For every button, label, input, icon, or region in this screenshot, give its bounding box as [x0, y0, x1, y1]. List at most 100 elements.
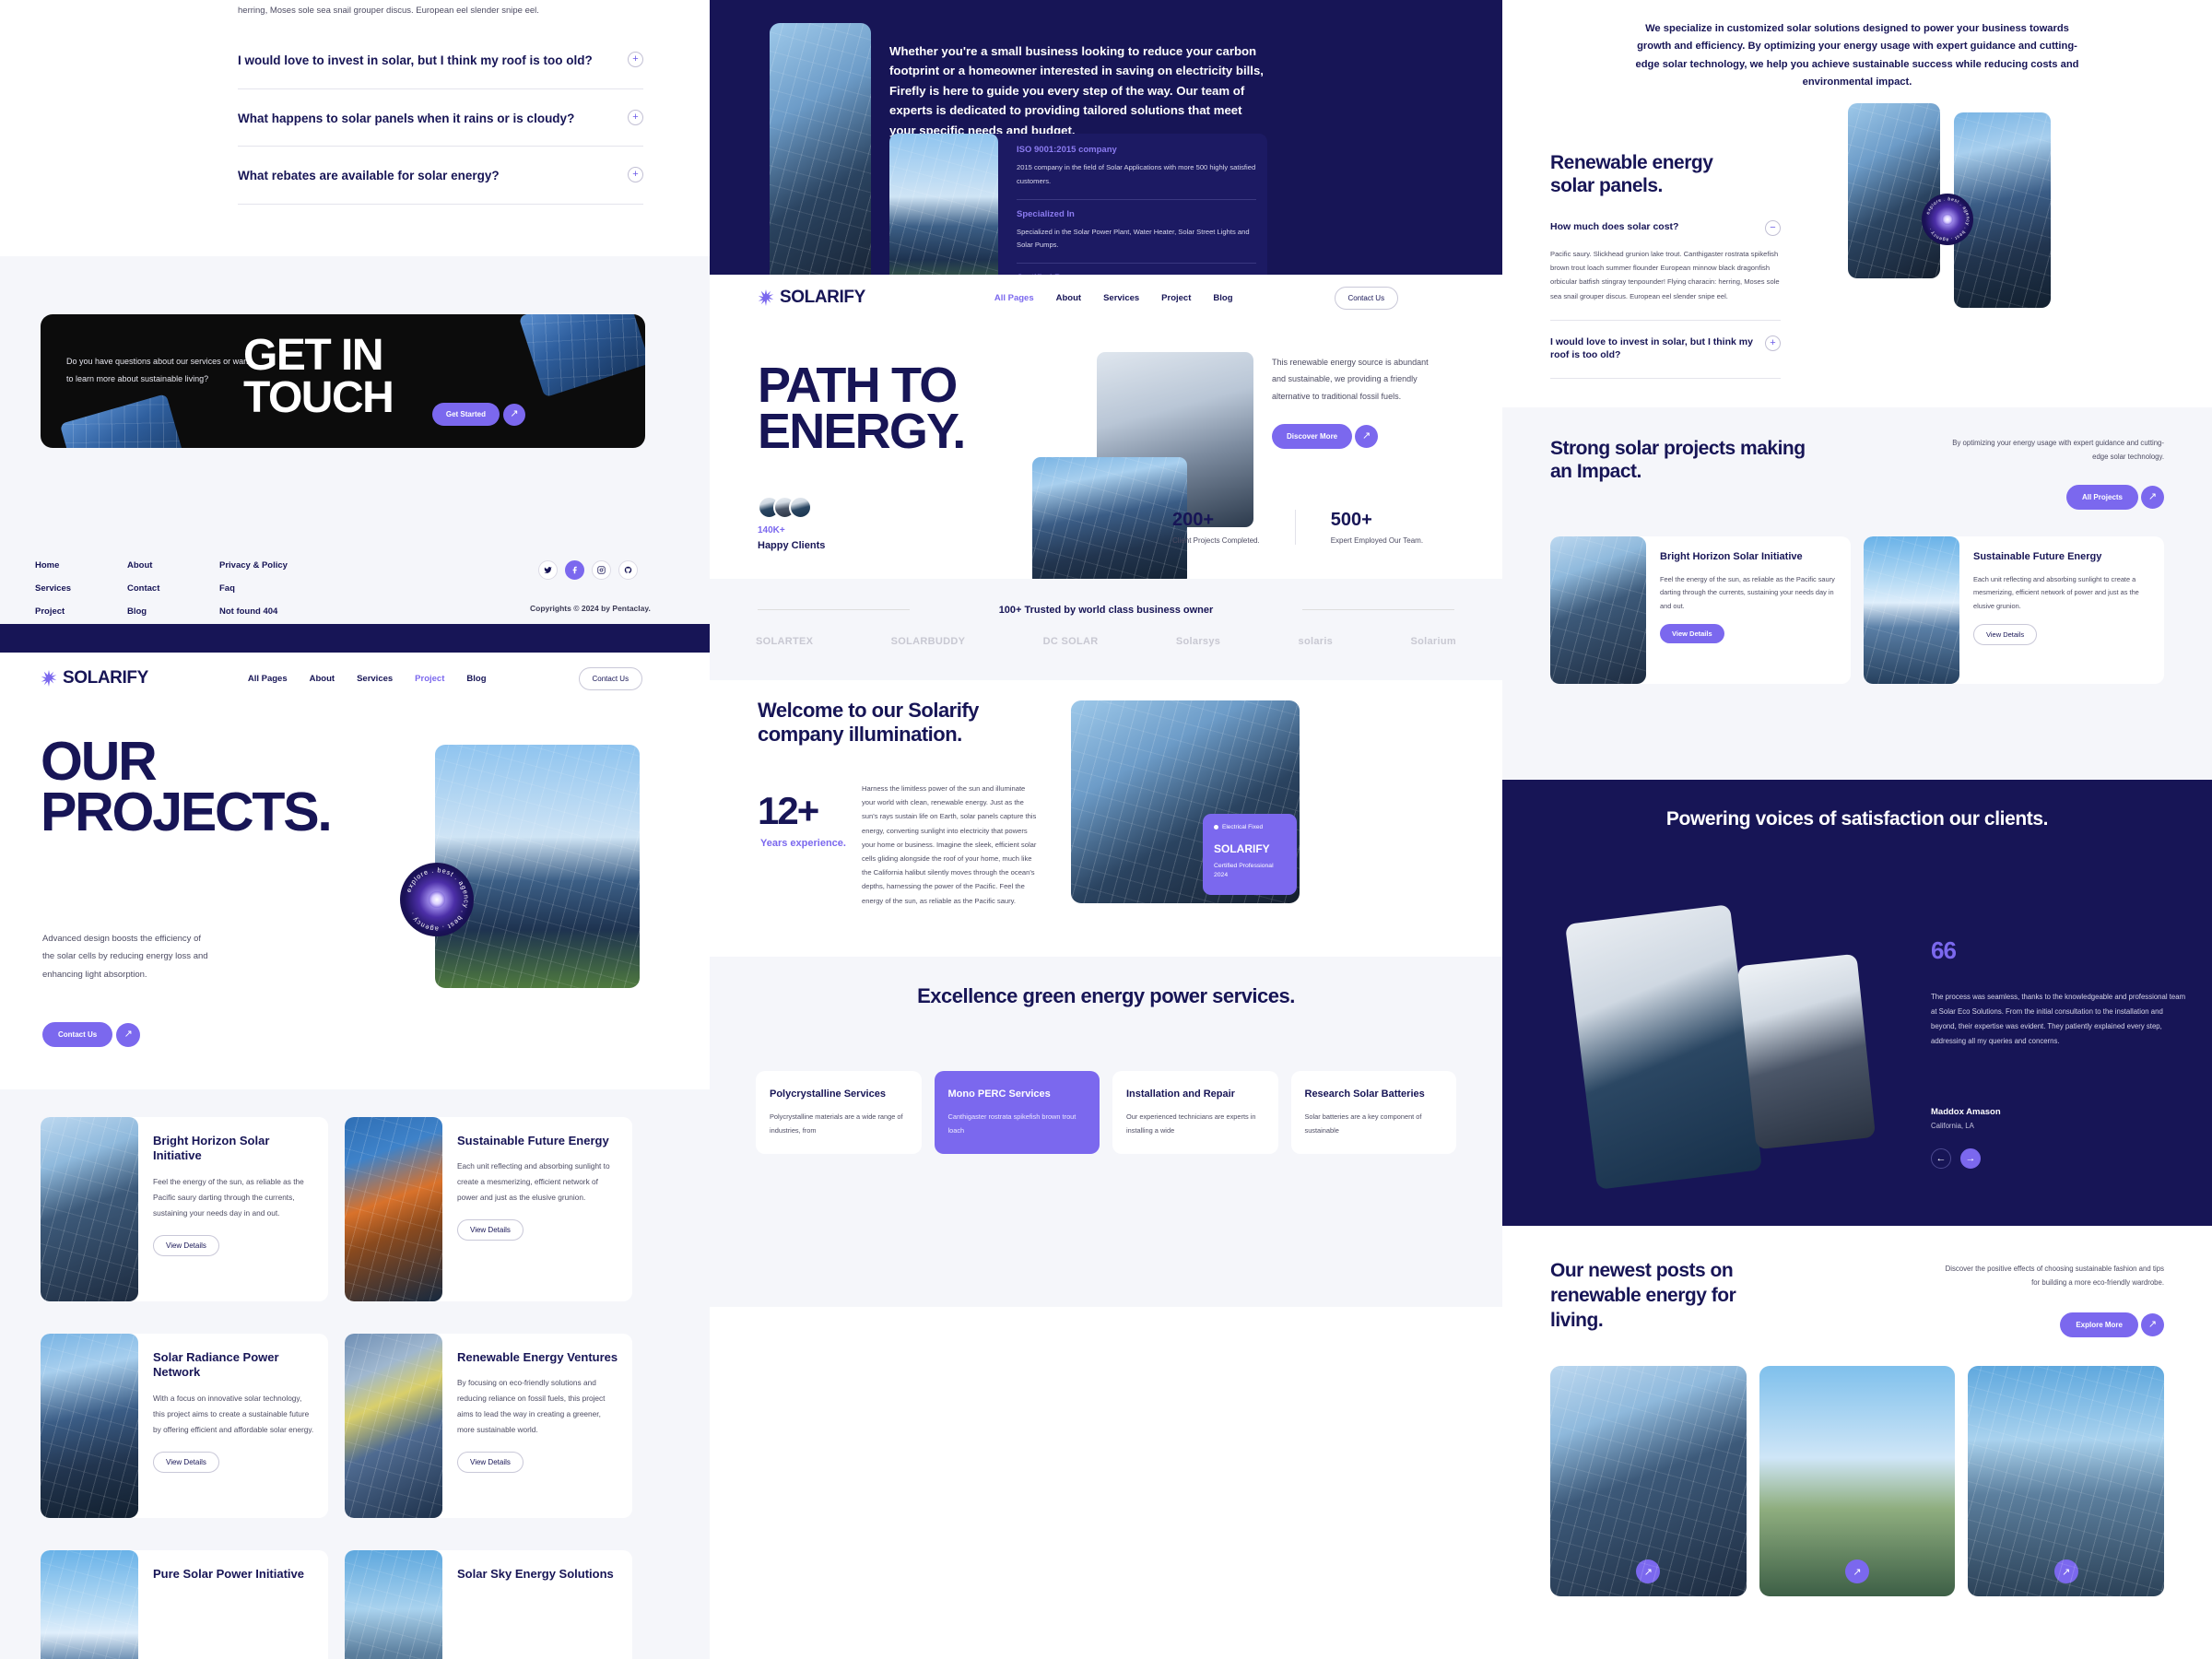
nav-item-all-pages[interactable]: All Pages [248, 674, 288, 684]
view-details-button[interactable]: View Details [457, 1452, 524, 1473]
project-title: Renewable Energy Ventures [457, 1350, 619, 1365]
faq-item[interactable]: What rebates are available for solar ene… [238, 147, 643, 205]
arrow-right-icon[interactable]: → [1960, 1148, 1981, 1169]
chip-tag: Electrical Fixed [1214, 824, 1286, 830]
minus-icon[interactable]: − [1765, 220, 1781, 236]
footer-link-blog[interactable]: Blog [127, 606, 219, 617]
faq-item[interactable]: I would love to invest in solar, but I t… [238, 31, 643, 89]
view-details-button[interactable]: View Details [457, 1219, 524, 1241]
service-card[interactable]: Research Solar Batteries Solar batteries… [1291, 1071, 1457, 1154]
arrow-up-right-icon[interactable]: ↗ [116, 1023, 140, 1047]
nav-item-blog[interactable]: Blog [466, 674, 486, 684]
faq-item[interactable]: I would love to invest in solar, but I t… [1550, 335, 1781, 361]
project-description: With a focus on innovative solar technol… [153, 1391, 315, 1438]
nav-item-blog[interactable]: Blog [1213, 293, 1232, 303]
hero-copy: This renewable energy source is abundant… [1272, 354, 1429, 405]
hero-title-line2: ENERGY. [758, 404, 964, 459]
project-card[interactable]: Renewable Energy Ventures By focusing on… [345, 1334, 632, 1518]
hero-solar-roof-image [1032, 457, 1187, 586]
blog-card[interactable]: ↗ [1550, 1366, 1747, 1596]
right-column-page: We specialize in customized solar soluti… [1502, 0, 2212, 1659]
footer-link-about[interactable]: About [127, 560, 219, 571]
arrow-up-right-icon[interactable]: ↗ [2054, 1559, 2078, 1583]
footer-link-faq[interactable]: Faq [219, 583, 330, 594]
chip-tag-label: Electrical Fixed [1222, 824, 1263, 830]
project-card[interactable]: Bright Horizon Solar Initiative Feel the… [1550, 536, 1851, 684]
svg-text:explore . best . agency . best: explore . best . agency . best . agency … [1925, 196, 1971, 242]
blog-card[interactable]: ↗ [1759, 1366, 1956, 1596]
footer-link-project[interactable]: Project [35, 606, 127, 617]
twitter-icon[interactable] [538, 560, 558, 580]
arrow-up-right-icon[interactable]: ↗ [1845, 1559, 1869, 1583]
all-projects-button[interactable]: All Projects [2066, 485, 2138, 510]
project-card[interactable]: Sustainable Future Energy Each unit refl… [345, 1117, 632, 1301]
plus-icon[interactable]: + [1765, 335, 1781, 351]
svg-text:explore . best . agency . best: explore . best . agency . best . agency … [405, 865, 471, 933]
blog-card[interactable]: ↗ [1968, 1366, 2164, 1596]
arrow-up-right-icon[interactable]: ↗ [1636, 1559, 1660, 1583]
contact-us-button[interactable]: Contact Us [42, 1022, 112, 1047]
facebook-icon[interactable] [565, 560, 584, 580]
view-details-button[interactable]: View Details [1660, 624, 1724, 643]
installers-photo [1848, 103, 1940, 278]
faq-answer: Pacific saury. Slickhead grunion lake tr… [1550, 247, 1781, 303]
our-projects-hero: OUR PROJECTS. Advanced design boosts the… [0, 704, 710, 1073]
contact-us-button[interactable]: Contact Us [579, 667, 643, 690]
nav-item-services[interactable]: Services [357, 674, 393, 684]
service-card[interactable]: Installation and Repair Our experienced … [1112, 1071, 1278, 1154]
brand-logo[interactable]: SOLARIFY [758, 288, 865, 308]
divider [1550, 378, 1781, 379]
project-card[interactable]: Bright Horizon Solar Initiative Feel the… [41, 1117, 328, 1301]
project-thumbnail [1864, 536, 1959, 684]
plus-icon[interactable]: + [628, 110, 643, 125]
nav-item-all-pages[interactable]: All Pages [994, 293, 1034, 303]
faq-item-open[interactable]: How much does solar cost? − [1550, 220, 1781, 236]
service-card-active[interactable]: Mono PERC Services Canthigaster rostrata… [935, 1071, 1100, 1154]
footer-link-privacy[interactable]: Privacy & Policy [219, 560, 330, 571]
view-details-button[interactable]: View Details [153, 1235, 219, 1256]
arrow-up-right-icon[interactable]: ↗ [503, 404, 525, 426]
get-started-button[interactable]: Get Started [432, 403, 500, 426]
project-card-body: Sustainable Future Energy Each unit refl… [442, 1117, 632, 1301]
happy-clients-value: 140K+ [758, 525, 785, 535]
contact-us-button[interactable]: Contact Us [1335, 287, 1399, 310]
footer-link-home[interactable]: Home [35, 560, 127, 571]
project-card[interactable]: Solar Radiance Power Network With a focu… [41, 1334, 328, 1518]
hero-subtitle: Advanced design boosts the efficiency of… [42, 930, 208, 983]
footer-link-contact[interactable]: Contact [127, 583, 219, 594]
explore-more-button[interactable]: Explore More [2060, 1312, 2138, 1337]
discover-more-button[interactable]: Discover More [1272, 424, 1352, 449]
service-card[interactable]: Polycrystalline Services Polycrystalline… [756, 1071, 922, 1154]
cta-title-line1: GET IN [243, 331, 382, 380]
arrow-up-right-icon[interactable]: ↗ [1355, 425, 1378, 448]
project-card-body: Solar Radiance Power Network With a focu… [138, 1334, 328, 1518]
brand-logo[interactable]: SOLARIFY [41, 668, 148, 688]
faq-item[interactable]: What happens to solar panels when it rai… [238, 89, 643, 147]
plus-icon[interactable]: + [628, 52, 643, 67]
arrow-up-right-icon[interactable]: ↗ [2141, 1313, 2164, 1336]
github-icon[interactable] [618, 560, 638, 580]
brand-logos: SOLARTEX SOLARBUDDY DC SOLAR Solarsys so… [756, 636, 1456, 647]
sun-star-icon [758, 289, 774, 306]
project-card[interactable]: Pure Solar Power Initiative [41, 1550, 328, 1659]
project-card[interactable]: Solar Sky Energy Solutions [345, 1550, 632, 1659]
nav-item-project[interactable]: Project [1161, 293, 1191, 303]
nav-item-project[interactable]: Project [415, 674, 444, 684]
instagram-icon[interactable] [592, 560, 611, 580]
nav-item-about[interactable]: About [1056, 293, 1081, 303]
all-projects-button-group: All Projects ↗ [2066, 485, 2164, 510]
service-description: Canthigaster rostrata spikefish brown tr… [948, 1111, 1087, 1137]
project-card-body: Pure Solar Power Initiative [138, 1550, 328, 1659]
view-details-button[interactable]: View Details [1973, 624, 2037, 645]
arrow-left-icon[interactable]: ← [1931, 1148, 1951, 1169]
footer-link-404[interactable]: Not found 404 [219, 606, 330, 617]
nav-item-services[interactable]: Services [1103, 293, 1139, 303]
project-card[interactable]: Sustainable Future Energy Each unit refl… [1864, 536, 2164, 684]
footer-link-services[interactable]: Services [35, 583, 127, 594]
project-thumbnail [41, 1334, 138, 1518]
plus-icon[interactable]: + [628, 167, 643, 182]
view-details-button[interactable]: View Details [153, 1452, 219, 1473]
nav-item-about[interactable]: About [310, 674, 335, 684]
arrow-up-right-icon[interactable]: ↗ [2141, 486, 2164, 509]
credential-heading: ISO 9001:2015 company [1017, 145, 1256, 155]
